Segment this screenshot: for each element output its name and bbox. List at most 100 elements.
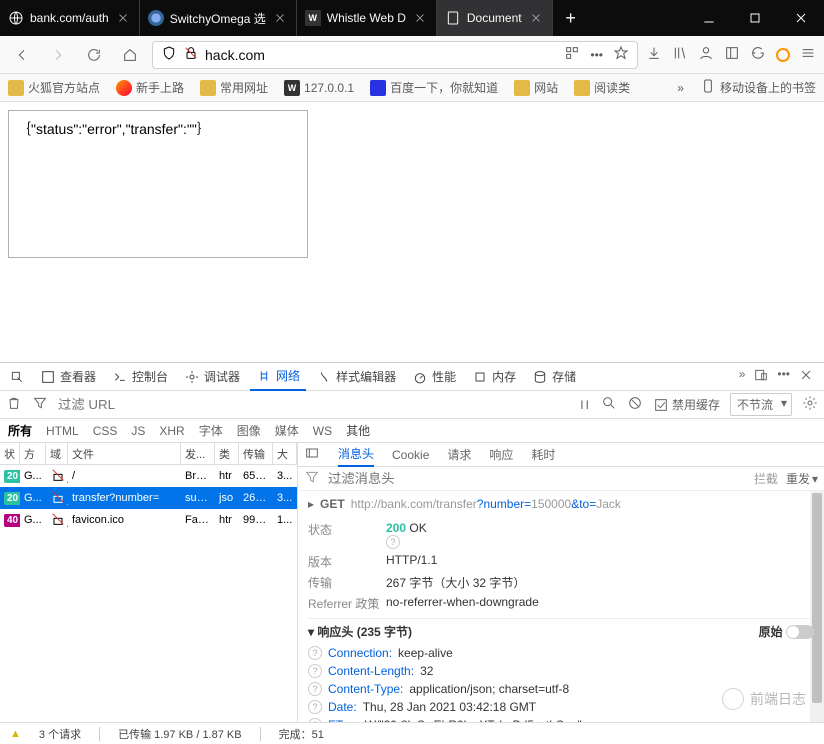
bookmark-label: 移动设备上的书签 <box>720 79 816 96</box>
devtools-close-icon[interactable] <box>798 367 814 386</box>
request-row[interactable]: 40G...favicon.icoFavi...htr995...1... <box>0 509 297 531</box>
inspect-element-button[interactable] <box>4 363 30 391</box>
devtools-overflow-icon[interactable]: » <box>739 367 746 386</box>
bookmarks-overflow-icon[interactable]: » <box>677 81 684 95</box>
clear-button[interactable] <box>6 395 22 414</box>
page-actions-icon[interactable]: ••• <box>590 48 603 62</box>
col-domain[interactable]: 域 <box>46 443 68 464</box>
header-filter-input[interactable] <box>328 471 448 486</box>
throttle-dropdown[interactable]: 不节流 <box>730 393 792 416</box>
raw-toggle[interactable] <box>786 625 814 639</box>
tab-request[interactable]: 请求 <box>447 446 471 463</box>
responsive-design-icon[interactable] <box>753 367 769 386</box>
bookmark-star-icon[interactable] <box>613 45 629 64</box>
filter-html[interactable]: HTML <box>46 424 79 438</box>
bookmark-item[interactable]: 火狐官方站点 <box>8 79 100 96</box>
panel-inspector[interactable]: 查看器 <box>34 363 102 391</box>
panel-style-editor[interactable]: 样式编辑器 <box>310 363 402 391</box>
bookmark-item[interactable]: 移动设备上的书签 <box>700 78 816 97</box>
maximize-button[interactable] <box>732 0 778 36</box>
bookmark-label: 新手上路 <box>136 79 184 96</box>
downloads-icon[interactable] <box>646 45 662 64</box>
bookmark-label: 127.0.0.1 <box>304 81 354 95</box>
sidebar-icon[interactable] <box>724 45 740 64</box>
bookmark-item[interactable]: 网站 <box>514 79 558 96</box>
panel-debugger[interactable]: 调试器 <box>178 363 246 391</box>
col-type[interactable]: 类 <box>215 443 239 464</box>
bookmark-item[interactable]: 百度一下，你就知道 <box>370 79 498 96</box>
response-header-row: ?Content-Length: 32 <box>308 662 814 680</box>
reload-button[interactable] <box>80 41 108 69</box>
filter-xhr[interactable]: XHR <box>159 424 184 438</box>
close-icon[interactable] <box>528 10 544 26</box>
panel-memory[interactable]: 内存 <box>466 363 522 391</box>
bookmark-item[interactable]: 新手上路 <box>116 79 184 96</box>
block-icon[interactable] <box>627 395 643 414</box>
close-icon[interactable] <box>115 10 131 26</box>
col-method[interactable]: 方法 <box>20 443 46 464</box>
close-icon[interactable] <box>412 10 428 26</box>
account-icon[interactable] <box>698 45 714 64</box>
filter-media[interactable]: 媒体 <box>275 422 299 439</box>
search-icon[interactable] <box>601 395 617 414</box>
request-row[interactable]: 20G.../Bro...htr652...3... <box>0 465 297 487</box>
settings-icon[interactable] <box>802 395 818 414</box>
filter-css[interactable]: CSS <box>93 424 118 438</box>
close-icon[interactable] <box>272 10 288 26</box>
browser-tab[interactable]: W Whistle Web D <box>297 0 437 36</box>
bookmark-item[interactable]: 常用网址 <box>200 79 268 96</box>
disable-cache-checkbox[interactable]: 禁用缓存 <box>653 396 720 413</box>
col-size[interactable]: 大小 <box>273 443 297 464</box>
panel-network[interactable]: 网络 <box>250 363 306 391</box>
tab-cookies[interactable]: Cookie <box>392 448 429 462</box>
menu-icon[interactable] <box>800 45 816 64</box>
extension-icon[interactable] <box>750 45 766 64</box>
back-button[interactable] <box>8 41 36 69</box>
filter-all[interactable]: 所有 <box>8 422 32 439</box>
bookmark-item[interactable]: W127.0.0.1 <box>284 80 354 96</box>
close-window-button[interactable] <box>778 0 824 36</box>
intercept-label[interactable]: 拦截 <box>754 470 778 487</box>
devtools-more-icon[interactable]: ••• <box>777 367 790 386</box>
detail-filter-bar: 拦截 重发 ▾ <box>298 467 824 491</box>
detail-tabs: 消息头 Cookie 请求 响应 耗时 <box>298 443 824 467</box>
col-status[interactable]: 状 <box>0 443 20 464</box>
browser-tab-active[interactable]: Document <box>437 0 553 36</box>
forward-button[interactable] <box>44 41 72 69</box>
tab-timings[interactable]: 耗时 <box>531 446 555 463</box>
col-transferred[interactable]: 传输 <box>239 443 273 464</box>
qr-icon[interactable] <box>564 45 580 64</box>
vertical-scrollbar[interactable] <box>810 491 824 722</box>
minimize-button[interactable] <box>686 0 732 36</box>
request-row[interactable]: 20G...transfer?number=sub...jso267...3..… <box>0 487 297 509</box>
col-initiator[interactable]: 发... <box>181 443 215 464</box>
filter-fonts[interactable]: 字体 <box>199 422 223 439</box>
url-input[interactable]: hack.com ••• <box>152 41 638 69</box>
filter-ws[interactable]: WS <box>313 424 332 438</box>
tab-response[interactable]: 响应 <box>489 446 513 463</box>
tab-title: bank.com/auth <box>30 11 109 25</box>
filter-images[interactable]: 图像 <box>237 422 261 439</box>
expand-icon[interactable]: ▸ <box>308 497 314 511</box>
detail-preview-icon[interactable] <box>304 445 320 464</box>
browser-tab[interactable]: bank.com/auth <box>0 0 140 36</box>
stat-warn-icon[interactable]: ▲ <box>10 728 21 740</box>
response-headers-section[interactable]: ▾ 响应头 (235 字节) 原始 <box>308 618 814 644</box>
panel-performance[interactable]: 性能 <box>406 363 462 391</box>
switchyomega-toolbar-icon[interactable] <box>776 48 790 62</box>
browser-tab[interactable]: SwitchyOmega 选 <box>140 0 297 36</box>
new-tab-button[interactable]: + <box>553 0 589 36</box>
col-file[interactable]: 文件 <box>68 443 181 464</box>
panel-console[interactable]: 控制台 <box>106 363 174 391</box>
resend-button[interactable]: 重发 ▾ <box>786 470 818 487</box>
tab-headers[interactable]: 消息头 <box>338 443 374 467</box>
panel-storage[interactable]: 存储 <box>526 363 582 391</box>
filter-other[interactable]: 其他 <box>346 422 370 439</box>
request-method: GET <box>320 497 345 511</box>
home-button[interactable] <box>116 41 144 69</box>
filter-js[interactable]: JS <box>131 424 145 438</box>
pause-button[interactable]: II <box>580 398 591 412</box>
bookmark-item[interactable]: 阅读类 <box>574 79 630 96</box>
filter-input[interactable] <box>58 397 178 412</box>
library-icon[interactable] <box>672 45 688 64</box>
